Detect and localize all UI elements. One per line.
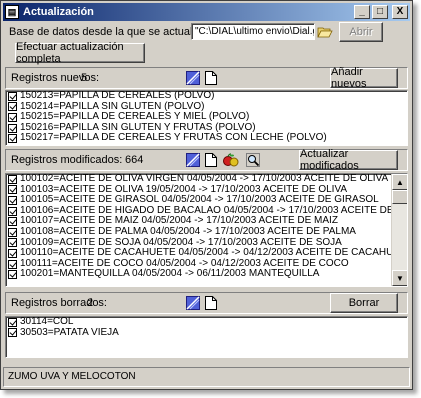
close-button[interactable]: X [392, 5, 408, 19]
document-icon[interactable] [203, 152, 219, 168]
modified-record-row[interactable]: 100108=ACEITE DE PALMA 04/05/2004 -> 17/… [6, 226, 391, 238]
database-label: Base de datos desde la que se actualiza [9, 26, 207, 38]
checkbox[interactable] [8, 238, 17, 248]
modified-records-count: 664 [125, 154, 144, 166]
document-icon[interactable] [203, 295, 219, 311]
select-all-icon[interactable] [185, 70, 201, 86]
database-path-field[interactable]: "C:\DIAL\ultimo envio\Dial.gdb" [191, 23, 315, 40]
window-title: Actualización [23, 6, 94, 18]
modified-record-row[interactable]: 100201=MANTEQUILLA 04/05/2004 -> 06/11/2… [6, 269, 391, 280]
checkbox[interactable] [8, 270, 17, 280]
checkbox[interactable] [8, 248, 17, 258]
document-icon[interactable] [203, 70, 219, 86]
deleted-records-list[interactable]: 30114=COL 30503=PATATA VIEJA [5, 316, 408, 358]
checkbox[interactable] [8, 112, 17, 122]
checkbox[interactable] [8, 217, 17, 227]
deleted-record-row[interactable]: 30503=PATATA VIEJA [6, 327, 407, 339]
deleted-records-count: 2 [87, 297, 94, 309]
new-records-list[interactable]: 150213=PAPILLA DE CEREALES (POLVO) 15021… [5, 90, 408, 146]
checkbox[interactable] [8, 227, 17, 237]
checkbox[interactable] [8, 134, 17, 144]
checkbox[interactable] [8, 328, 17, 338]
new-record-row[interactable]: 150213=PAPILLA DE CEREALES (POLVO) [6, 91, 407, 102]
checkbox[interactable] [8, 174, 17, 184]
status-bar: ZUMO UVA Y MELOCOTON [3, 367, 410, 387]
app-icon: ▤ [5, 5, 19, 19]
checkbox[interactable] [8, 185, 17, 195]
new-records-count: 5 [81, 72, 88, 84]
scroll-up-arrow-icon[interactable]: ▲ [392, 174, 407, 190]
modified-records-label: Registros modificados: [11, 154, 123, 166]
fruits-icon[interactable] [223, 152, 239, 168]
folder-open-icon[interactable] [317, 24, 333, 40]
update-modified-button[interactable]: Actualizar modificados [299, 148, 398, 172]
modified-records-list[interactable]: 100102=ACEITE DE OLIVA VIRGEN 04/05/2004… [5, 173, 408, 287]
full-update-button[interactable]: Efectuar actualización completa [15, 41, 145, 65]
vertical-scrollbar[interactable]: ▲ ▼ [391, 174, 407, 286]
maximize-button[interactable]: □ [372, 5, 388, 19]
checkbox[interactable] [8, 317, 17, 327]
select-all-icon[interactable] [185, 152, 201, 168]
status-text: ZUMO UVA Y MELOCOTON [8, 371, 136, 382]
checkbox[interactable] [8, 195, 17, 205]
update-window: ▤ Actualización _ □ X Base de datos desd… [0, 0, 413, 390]
select-all-icon[interactable] [185, 295, 201, 311]
scroll-down-arrow-icon[interactable]: ▼ [392, 270, 407, 286]
deleted-record-row[interactable]: 30114=COL [6, 317, 407, 328]
magnifier-icon[interactable] [245, 152, 261, 168]
checkbox[interactable] [8, 123, 17, 133]
checkbox[interactable] [8, 206, 17, 216]
open-button[interactable]: Abrir [339, 22, 383, 42]
scroll-thumb[interactable] [392, 190, 407, 204]
checkbox[interactable] [8, 91, 17, 101]
checkbox[interactable] [8, 102, 17, 112]
modified-record-row[interactable]: 100102=ACEITE DE OLIVA VIRGEN 04/05/2004… [6, 174, 391, 185]
delete-button[interactable]: Borrar [330, 293, 398, 313]
minimize-button[interactable]: _ [354, 5, 370, 19]
new-record-row[interactable]: 150217=PAPILLA DE CEREALES Y FRUTAS CON … [6, 133, 407, 144]
title-bar[interactable]: ▤ Actualización _ □ X [3, 3, 410, 21]
checkbox[interactable] [8, 259, 17, 269]
add-new-button[interactable]: Añadir nuevos [330, 66, 398, 90]
